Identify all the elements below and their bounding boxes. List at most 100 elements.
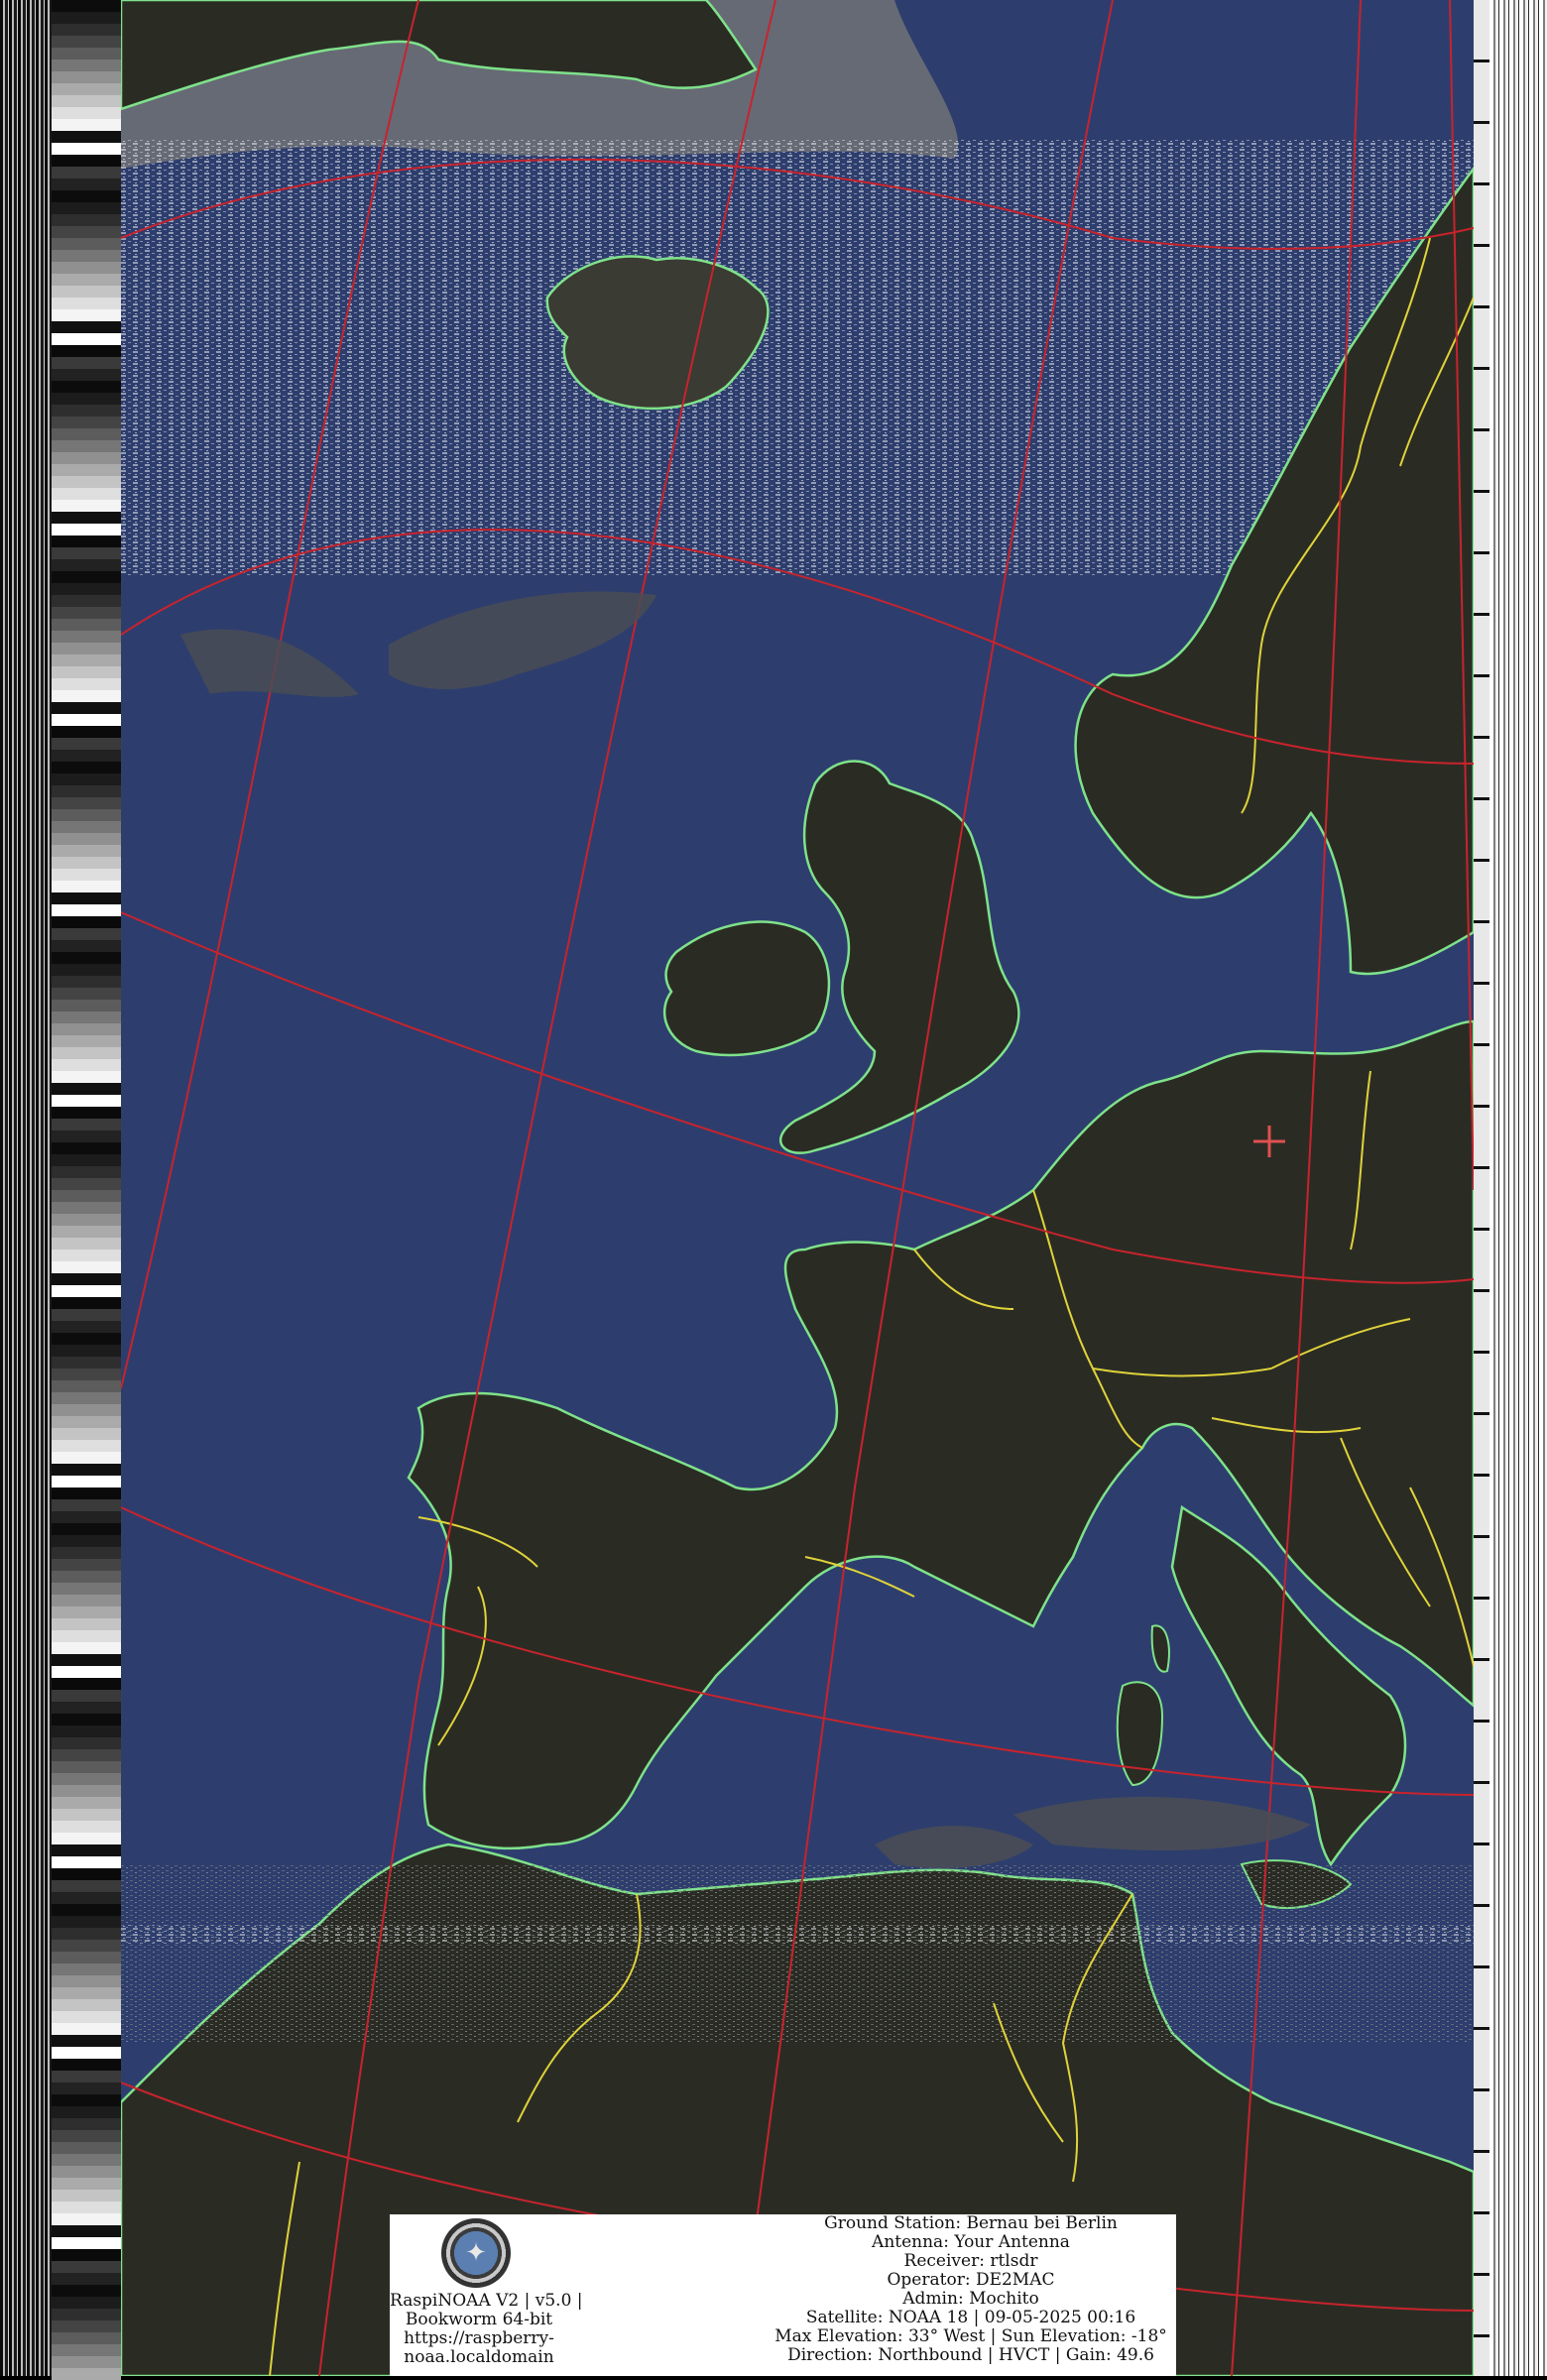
telemetry-wedge <box>52 1844 121 1856</box>
telemetry-wedge <box>52 1107 121 1119</box>
telemetry-wedge <box>52 1916 121 1928</box>
telemetry-wedge <box>52 2213 121 2225</box>
station-info: Ground Station: Bernau bei Berlin Antenn… <box>773 2214 1169 2365</box>
telemetry-wedge <box>52 1583 121 1595</box>
telemetry-wedge <box>52 904 121 916</box>
telemetry-wedge <box>52 1095 121 1107</box>
app-line: noaa.localdomain <box>404 2347 554 2367</box>
telemetry-tick <box>1474 551 1489 554</box>
telemetry-wedge <box>52 797 121 809</box>
telemetry-wedge <box>52 298 121 309</box>
telemetry-wedge <box>52 1749 121 1761</box>
telemetry-wedge <box>52 2202 121 2213</box>
telemetry-wedge <box>52 1690 121 1702</box>
telemetry-wedge <box>52 583 121 595</box>
telemetry-wedge <box>52 1119 121 1130</box>
app-info: RaspiNOAA V2 | v5.0 | Bookworm 64-bit ht… <box>390 2292 583 2367</box>
telemetry-tick <box>1474 1289 1489 1292</box>
telemetry-wedge <box>52 1856 121 1868</box>
telemetry-wedge <box>52 1012 121 1023</box>
telemetry-wedge <box>52 488 121 500</box>
station-line: Receiver: rtlsdr <box>903 2251 1038 2271</box>
telemetry-wedge <box>52 12 121 24</box>
telemetry-wedge <box>52 2071 121 2082</box>
telemetry-wedge <box>52 286 121 298</box>
sync-strip-left <box>0 0 52 2376</box>
telemetry-wedge <box>52 1571 121 1583</box>
telemetry-wedge <box>52 1380 121 1392</box>
telemetry-tick <box>1474 2211 1489 2214</box>
telemetry-wedge <box>52 559 121 571</box>
telemetry-wedge <box>52 1821 121 1833</box>
telemetry-wedge <box>52 976 121 988</box>
telemetry-wedge <box>52 262 121 274</box>
telemetry-wedge <box>52 2297 121 2309</box>
telemetry-wedge <box>52 1357 121 1368</box>
station-line: Admin: Mochito <box>902 2289 1039 2309</box>
sync-strip-right <box>1489 0 1547 2376</box>
telemetry-tick <box>1474 1535 1489 1538</box>
telemetry-wedge <box>52 1999 121 2011</box>
telemetry-wedge <box>52 1404 121 1416</box>
telemetry-wedge <box>52 36 121 48</box>
telemetry-wedge <box>52 2047 121 2059</box>
telemetry-wedge <box>52 95 121 107</box>
telemetry-wedge <box>52 1154 121 1166</box>
telemetry-tick <box>1474 1904 1489 1907</box>
telemetry-tick <box>1474 367 1489 370</box>
telemetry-wedge <box>52 24 121 36</box>
telemetry-wedge <box>52 536 121 547</box>
telemetry-wedge <box>52 607 121 619</box>
telemetry-wedge <box>52 1964 121 1975</box>
telemetry-wedge <box>52 2249 121 2261</box>
telemetry-wedge <box>52 1321 121 1333</box>
telemetry-wedge <box>52 1678 121 1690</box>
telemetry-wedge <box>52 1142 121 1154</box>
telemetry-wedge <box>52 2225 121 2237</box>
noise-band-south <box>121 1864 1474 2043</box>
telemetry-wedge <box>52 1797 121 1809</box>
telemetry-wedge <box>52 1440 121 1452</box>
telemetry-wedge <box>52 1833 121 1844</box>
telemetry-wedge <box>52 2356 121 2368</box>
telemetry-wedge <box>52 214 121 226</box>
telemetry-wedge <box>52 1559 121 1571</box>
telemetry-wedge <box>52 119 121 131</box>
telemetry-wedge <box>52 500 121 512</box>
telemetry-tick <box>1474 1474 1489 1477</box>
info-box: ✦ RaspiNOAA V2 | v5.0 | Bookworm 64-bit … <box>390 2214 1176 2376</box>
station-line: Ground Station: Bernau bei Berlin <box>824 2213 1118 2233</box>
telemetry-tick <box>1474 1597 1489 1600</box>
telemetry-wedge <box>52 881 121 892</box>
telemetry-wedge <box>52 643 121 654</box>
telemetry-tick <box>1474 1843 1489 1845</box>
telemetry-wedge <box>52 1880 121 1892</box>
telemetry-wedge <box>52 1618 121 1630</box>
telemetry-wedge <box>52 48 121 60</box>
telemetry-tick <box>1474 428 1489 431</box>
telemetry-wedge <box>52 405 121 416</box>
telemetry-tick <box>1474 1658 1489 1661</box>
telemetry-wedge <box>52 916 121 928</box>
station-line: Satellite: NOAA 18 | 09-05-2025 00:16 <box>805 2308 1136 2327</box>
telemetry-wedge <box>52 524 121 536</box>
telemetry-wedge <box>52 1035 121 1047</box>
telemetry-wedge <box>52 2309 121 2320</box>
telemetry-wedge <box>52 1773 121 1785</box>
map-europe <box>121 0 1474 2376</box>
telemetry-wedge <box>52 1285 121 1297</box>
telemetry-wedge <box>52 1047 121 1059</box>
telemetry-wedge <box>52 654 121 666</box>
telemetry-wedge <box>52 2285 121 2297</box>
telemetry-wedge <box>52 1202 121 1214</box>
telemetry-wedge <box>52 428 121 440</box>
telemetry-wedge <box>52 547 121 559</box>
telemetry-wedge <box>52 1416 121 1428</box>
telemetry-wedge <box>52 202 121 214</box>
telemetry-wedge <box>52 821 121 833</box>
telemetry-wedge <box>52 2094 121 2106</box>
app-line: https://raspberry- <box>404 2328 554 2348</box>
telemetry-tick <box>1474 2334 1489 2337</box>
telemetry-wedge <box>52 464 121 476</box>
telemetry-wedge <box>52 2154 121 2166</box>
